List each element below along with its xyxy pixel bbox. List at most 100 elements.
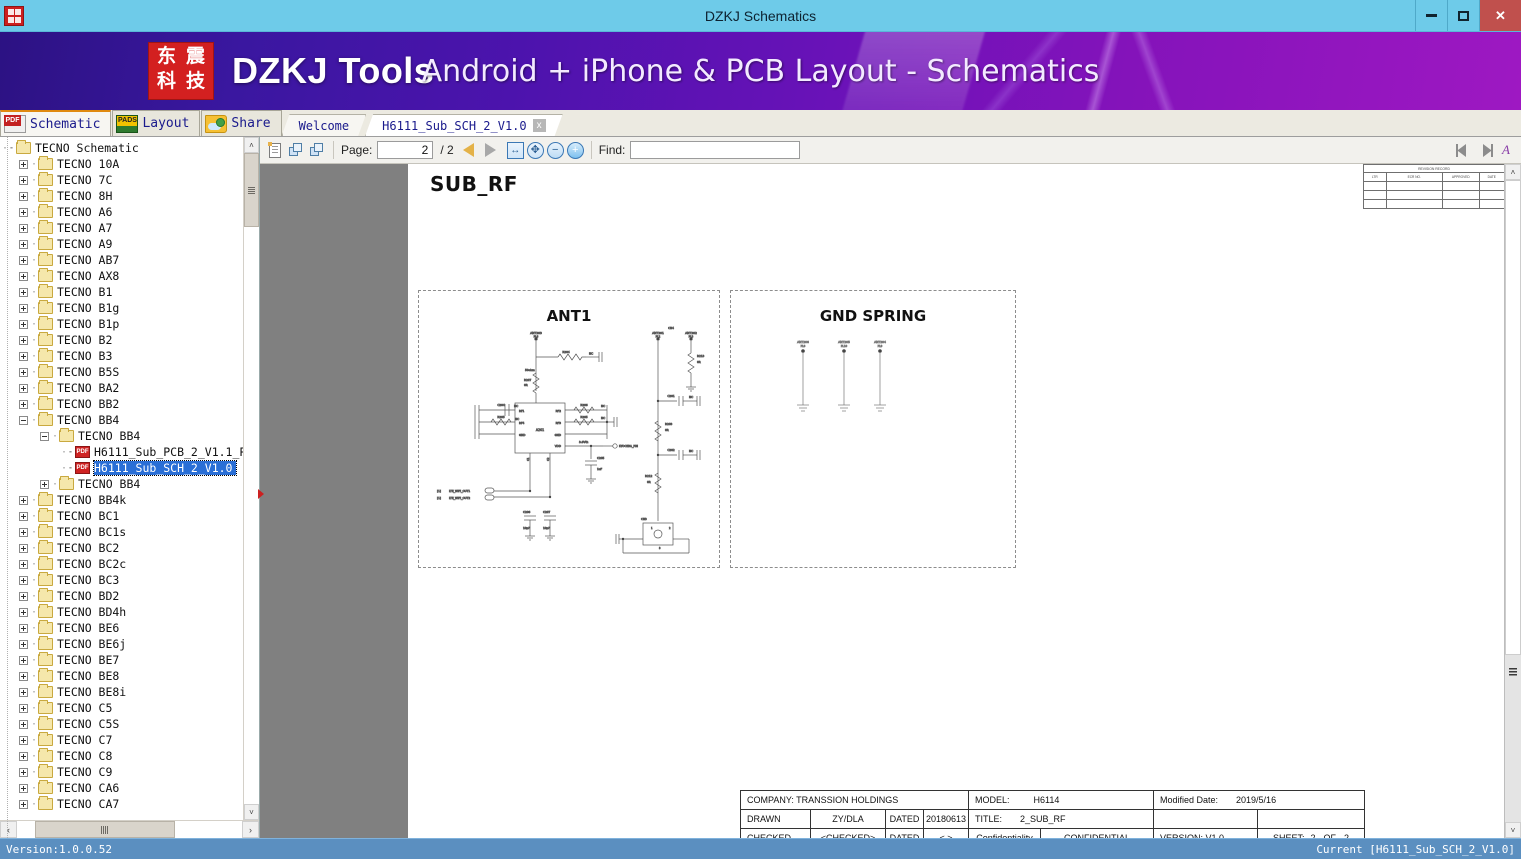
- expand-icon[interactable]: [19, 512, 28, 521]
- expand-icon[interactable]: [19, 208, 28, 217]
- tab-schematic[interactable]: Schematic: [0, 110, 111, 136]
- rotate-counterclockwise-icon[interactable]: [308, 141, 326, 159]
- page-scroll-thumb[interactable]: [1505, 180, 1521, 655]
- expand-icon[interactable]: [19, 608, 28, 617]
- expand-icon[interactable]: [19, 800, 28, 809]
- tree-node[interactable]: ··TECNO A6: [0, 204, 243, 220]
- expand-icon[interactable]: [19, 240, 28, 249]
- expand-icon[interactable]: [19, 352, 28, 361]
- expand-icon[interactable]: [19, 320, 28, 329]
- expand-icon[interactable]: [19, 400, 28, 409]
- tree-scroll-up-button[interactable]: ˄: [244, 137, 259, 153]
- tree-vertical-scrollbar[interactable]: ˄ ˅: [243, 137, 259, 820]
- tree-node[interactable]: ··TECNO C5S: [0, 716, 243, 732]
- expand-icon[interactable]: [19, 224, 28, 233]
- tree-node[interactable]: ··TECNO BE8: [0, 668, 243, 684]
- expand-icon[interactable]: [19, 768, 28, 777]
- tree-node[interactable]: ··TECNO BB2: [0, 396, 243, 412]
- page-scroll-down-button[interactable]: ˅: [1505, 822, 1521, 838]
- expand-icon[interactable]: [19, 640, 28, 649]
- expand-icon[interactable]: [19, 256, 28, 265]
- tree-node[interactable]: ··TECNO B5S: [0, 364, 243, 380]
- expand-icon[interactable]: [19, 384, 28, 393]
- expand-icon[interactable]: [19, 528, 28, 537]
- expand-icon[interactable]: [19, 672, 28, 681]
- expand-icon[interactable]: [19, 288, 28, 297]
- collapse-icon[interactable]: [19, 416, 28, 425]
- zoom-in-button[interactable]: +: [567, 142, 584, 159]
- tree-node[interactable]: ··TECNO C8: [0, 748, 243, 764]
- tree-node[interactable]: ··TECNO B1g: [0, 300, 243, 316]
- tree-node[interactable]: ··TECNO BE6j: [0, 636, 243, 652]
- page-scroll-up-button[interactable]: ˄: [1505, 164, 1521, 180]
- tree-node[interactable]: ··TECNO A7: [0, 220, 243, 236]
- tree-node[interactable]: ··TECNO 8H: [0, 188, 243, 204]
- tree-node[interactable]: ··TECNO BC2: [0, 540, 243, 556]
- tree-node[interactable]: ····PDFH6111_Sub_SCH_2_V1.0: [0, 460, 243, 476]
- expand-icon[interactable]: [19, 192, 28, 201]
- copy-document-icon[interactable]: [266, 141, 284, 159]
- tree-node[interactable]: ··TECNO BB4k: [0, 492, 243, 508]
- close-button[interactable]: ✕: [1479, 0, 1521, 31]
- tree-node[interactable]: ··TECNO A9: [0, 236, 243, 252]
- tree-node[interactable]: ··TECNO BA2: [0, 380, 243, 396]
- tree-node[interactable]: ··TECNO AB7: [0, 252, 243, 268]
- close-icon[interactable]: x: [533, 119, 546, 132]
- zoom-out-button[interactable]: −: [547, 142, 564, 159]
- tree-node[interactable]: ··TECNO AX8: [0, 268, 243, 284]
- tree-node[interactable]: ··TECNO B1p: [0, 316, 243, 332]
- expand-icon[interactable]: [19, 560, 28, 569]
- tree-node[interactable]: ··TECNO BB4: [0, 476, 243, 492]
- find-next-icon[interactable]: [1476, 141, 1494, 159]
- schematic-file-tree[interactable]: ····TECNO Schematic··TECNO 10A··TECNO 7C…: [0, 137, 243, 820]
- tree-node[interactable]: ····PDFH6111_Sub_PCB_2_V1.1_Pl: [0, 444, 243, 460]
- page-vertical-scrollbar[interactable]: ˄ ˅: [1504, 164, 1521, 838]
- tree-node[interactable]: ··TECNO C5: [0, 700, 243, 716]
- tree-node[interactable]: ··TECNO C7: [0, 732, 243, 748]
- expand-icon[interactable]: [19, 368, 28, 377]
- expand-icon[interactable]: [19, 176, 28, 185]
- expand-icon[interactable]: [19, 304, 28, 313]
- fit-page-icon[interactable]: ✥: [527, 142, 544, 159]
- expand-icon[interactable]: [19, 720, 28, 729]
- tree-node[interactable]: ··TECNO 7C: [0, 172, 243, 188]
- expand-icon[interactable]: [19, 592, 28, 601]
- expand-icon[interactable]: [19, 752, 28, 761]
- expand-icon[interactable]: [19, 272, 28, 281]
- tree-node[interactable]: ··TECNO BC1s: [0, 524, 243, 540]
- page-scroll-track[interactable]: [1505, 180, 1521, 822]
- expand-icon[interactable]: [19, 688, 28, 697]
- tab-layout[interactable]: Layout: [112, 110, 200, 136]
- tree-scroll-track[interactable]: [244, 153, 259, 804]
- expand-icon[interactable]: [40, 480, 49, 489]
- tree-scroll-thumb[interactable]: [244, 153, 259, 227]
- tree-scroll-left-button[interactable]: ‹: [0, 821, 17, 838]
- tree-node[interactable]: ··TECNO BB4: [0, 428, 243, 444]
- tree-node[interactable]: ··TECNO BD4h: [0, 604, 243, 620]
- expand-icon[interactable]: [19, 624, 28, 633]
- tree-node[interactable]: ··TECNO BC1: [0, 508, 243, 524]
- minimize-button[interactable]: [1415, 0, 1447, 31]
- tree-node[interactable]: ··TECNO BD2: [0, 588, 243, 604]
- doc-tab-h6111[interactable]: H6111_Sub_SCH_2_V1.0 x: [365, 114, 563, 136]
- tree-hscroll-thumb[interactable]: [35, 821, 175, 838]
- fit-width-icon[interactable]: ↔: [507, 142, 524, 159]
- tree-hscroll-track[interactable]: [17, 821, 242, 838]
- text-select-icon[interactable]: A: [1497, 141, 1515, 159]
- tree-node[interactable]: ··TECNO BB4: [0, 412, 243, 428]
- page-scroll-area[interactable]: SUB_RF REVISION RECORD LTR ECR NO. APPRO…: [260, 164, 1504, 838]
- collapse-icon[interactable]: [40, 432, 49, 441]
- tree-node[interactable]: ··TECNO B2: [0, 332, 243, 348]
- tree-node[interactable]: ··TECNO B3: [0, 348, 243, 364]
- expand-icon[interactable]: [19, 656, 28, 665]
- find-previous-icon[interactable]: [1455, 141, 1473, 159]
- tree-node[interactable]: ··TECNO BE6: [0, 620, 243, 636]
- tree-node[interactable]: ··TECNO 10A: [0, 156, 243, 172]
- expand-icon[interactable]: [19, 336, 28, 345]
- tree-node[interactable]: ··TECNO B1: [0, 284, 243, 300]
- expand-icon[interactable]: [19, 704, 28, 713]
- doc-tab-welcome[interactable]: Welcome: [282, 114, 367, 136]
- tree-node[interactable]: ····TECNO Schematic: [0, 140, 243, 156]
- maximize-button[interactable]: [1447, 0, 1479, 31]
- tree-node[interactable]: ··TECNO BE7: [0, 652, 243, 668]
